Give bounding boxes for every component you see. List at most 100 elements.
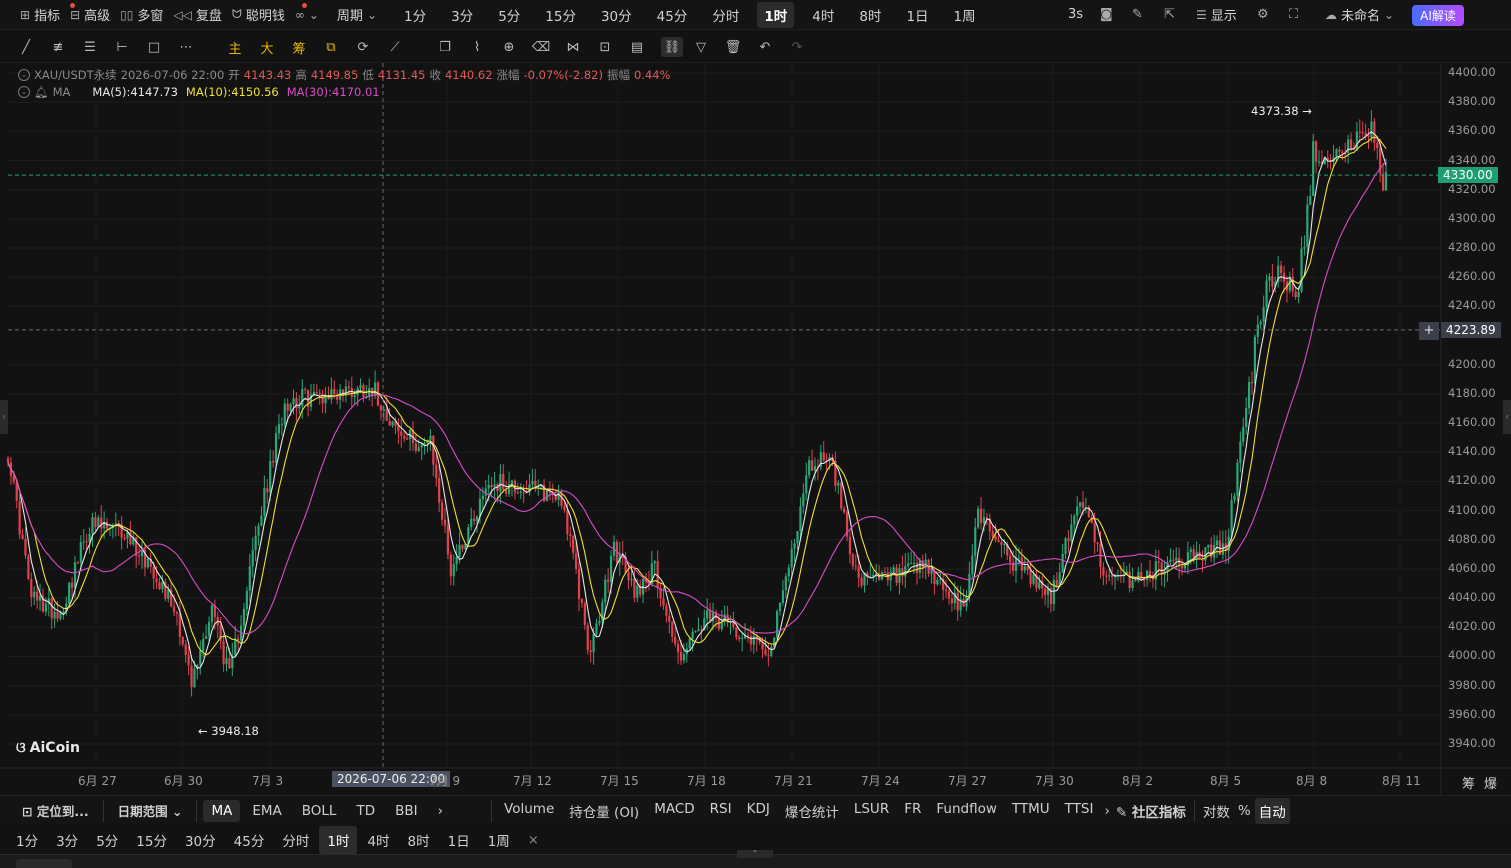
sub-indicator-2[interactable]: MACD <box>648 798 700 824</box>
export-icon[interactable]: ⇱ <box>1164 7 1175 22</box>
bottom-timeframe-tab-10[interactable]: 1日 <box>440 826 478 854</box>
date-range-dropdown[interactable]: 日期范围 ⌄ <box>110 798 191 823</box>
ai-interpret-button[interactable]: AI解读 <box>1412 5 1464 26</box>
more-sub-indicators-icon[interactable]: › <box>1102 800 1111 822</box>
bottom-panel-handle[interactable]: ⌃ <box>0 850 1511 868</box>
collapse-icon[interactable]: ⌄ <box>18 69 30 81</box>
chips-toggle[interactable]: 筹 <box>1462 773 1475 792</box>
bottom-timeframe-tab-3[interactable]: 15分 <box>128 826 175 854</box>
period-dropdown[interactable]: 周期 ⌄ <box>337 5 377 25</box>
timeframe-tab-8[interactable]: 4时 <box>805 2 841 28</box>
bottom-timeframe-tab-6[interactable]: 分时 <box>274 826 317 854</box>
sub-indicator-7[interactable]: FR <box>898 798 927 824</box>
timeframe-tab-6[interactable]: 分时 <box>705 2 746 28</box>
link-icon[interactable]: ⛓ <box>661 37 683 57</box>
ruler-icon[interactable]: ⌇ <box>469 39 485 55</box>
indicators-button[interactable]: ⊞ 指标 <box>20 3 75 24</box>
timeframe-tab-1[interactable]: 3分 <box>444 2 480 28</box>
undo-icon[interactable]: ↶ <box>757 39 773 55</box>
smart-money-button[interactable]: ᗢ 聪明钱 <box>232 3 307 24</box>
timeframe-tab-11[interactable]: 1周 <box>947 2 983 28</box>
display-button[interactable]: ☰ 显示 <box>1196 5 1237 25</box>
timeframe-tab-0[interactable]: 1分 <box>397 2 433 28</box>
more-main-indicators-icon[interactable]: › <box>430 800 451 822</box>
add-alert-button[interactable]: + <box>1419 322 1439 340</box>
more-dots-icon[interactable]: ⋯ <box>178 39 194 55</box>
template-icon[interactable]: ▤ <box>629 39 645 55</box>
camera-icon[interactable]: ◙ <box>1100 7 1113 22</box>
trash-icon[interactable]: 🗑 <box>725 39 742 55</box>
percent-scale-toggle[interactable]: % <box>1234 800 1255 822</box>
fullscreen-icon[interactable]: ⛶ <box>1289 7 1298 22</box>
main-indicator-ema[interactable]: EMA <box>244 800 289 822</box>
timeframe-tab-7[interactable]: 1时 <box>757 1 795 28</box>
horizontal-ray-icon[interactable]: ⊢ <box>114 39 130 55</box>
zoom-in-icon[interactable]: ⊕ <box>501 39 517 55</box>
sub-indicator-3[interactable]: RSI <box>704 798 738 824</box>
right-panel-toggle[interactable]: ‹ <box>1503 400 1511 434</box>
sub-indicator-10[interactable]: TTSI <box>1059 798 1100 824</box>
timeframe-tab-9[interactable]: 8时 <box>852 2 888 28</box>
big-order-button[interactable]: 大 <box>259 39 275 57</box>
account-dropdown[interactable]: ☁ 未命名 ⌄ <box>1325 5 1394 25</box>
bottom-timeframe-tab-11[interactable]: 1周 <box>480 826 518 854</box>
bottom-timeframe-tab-4[interactable]: 30分 <box>177 826 224 854</box>
collapse-icon[interactable]: ⌄ <box>18 86 30 98</box>
close-icon[interactable]: × <box>528 833 539 848</box>
signal-icon[interactable]: ⧉ <box>323 39 339 55</box>
timeframe-tab-10[interactable]: 1日 <box>899 2 935 28</box>
bell-icon[interactable]: 🔔︎ <box>34 85 49 99</box>
main-indicator-boll[interactable]: BOLL <box>294 800 345 822</box>
sub-indicator-0[interactable]: Volume <box>498 798 560 824</box>
parallel-channel-icon[interactable]: ≢ <box>50 39 66 55</box>
settings-icon[interactable]: ⚙ <box>1257 7 1269 22</box>
timeframe-tab-4[interactable]: 30分 <box>594 2 639 28</box>
main-indicator-bbi[interactable]: BBI <box>387 800 426 822</box>
magnet-icon[interactable]: ⋈ <box>565 39 581 55</box>
main-indicator-td[interactable]: TD <box>348 800 383 822</box>
community-indicators-button[interactable]: ✎ 社区指标 <box>1112 798 1190 824</box>
bottom-timeframe-tab-1[interactable]: 3分 <box>48 826 86 854</box>
rectangle-icon[interactable]: □ <box>146 39 162 55</box>
main-chip-button[interactable]: 主 <box>227 39 243 57</box>
liquidation-toggle[interactable]: 爆 <box>1484 773 1497 792</box>
timeframe-tab-5[interactable]: 45分 <box>650 2 695 28</box>
advanced-button[interactable]: ⊟ 高级 <box>70 5 110 25</box>
measure-icon[interactable]: ⟋ <box>387 39 403 55</box>
left-panel-toggle[interactable]: › <box>0 400 8 434</box>
locate-button[interactable]: ⊡ 定位到... <box>14 798 97 823</box>
bottom-timeframe-tab-8[interactable]: 4时 <box>359 826 397 854</box>
lock-icon[interactable]: ⊡ <box>597 39 613 55</box>
bottom-timeframe-tab-5[interactable]: 45分 <box>226 826 273 854</box>
more-tools-button[interactable]: ∞ ⌄ <box>295 8 319 22</box>
eraser-icon[interactable]: ⌫ <box>532 39 550 55</box>
bottom-timeframe-tab-0[interactable]: 1分 <box>8 826 46 854</box>
sub-indicator-4[interactable]: KDJ <box>741 798 776 824</box>
sub-indicator-6[interactable]: LSUR <box>848 798 895 824</box>
bottom-timeframe-tab-9[interactable]: 8时 <box>400 826 438 854</box>
redo-icon[interactable]: ↷ <box>789 39 805 55</box>
multi-window-button[interactable]: ▯▯ 多窗 <box>120 5 163 25</box>
pen-icon[interactable]: ✎ <box>1132 7 1143 22</box>
chips-button[interactable]: 筹 <box>291 39 307 57</box>
horizontal-lines-icon[interactable]: ☰ <box>82 39 98 55</box>
candle-body <box>1259 321 1262 325</box>
auto-scale-toggle[interactable]: 自动 <box>1254 797 1290 824</box>
refresh-interval[interactable]: 3s <box>1068 7 1083 22</box>
log-scale-toggle[interactable]: 对数 <box>1199 798 1234 824</box>
copy-icon[interactable]: ❐ <box>437 39 453 55</box>
sub-indicator-5[interactable]: 爆仓统计 <box>779 798 845 824</box>
bottom-timeframe-tab-7[interactable]: 1时 <box>319 826 358 854</box>
line-tool-icon[interactable]: ╱ <box>18 39 34 55</box>
main-indicator-ma[interactable]: MA <box>203 799 241 822</box>
bottom-timeframe-tab-2[interactable]: 5分 <box>88 826 126 854</box>
timeframe-tab-3[interactable]: 15分 <box>538 2 583 28</box>
filter-icon[interactable]: ▽ <box>693 39 709 55</box>
sub-indicator-8[interactable]: Fundflow <box>930 798 1003 824</box>
price-chart[interactable] <box>0 63 1511 795</box>
sub-indicator-1[interactable]: 持仓量 (OI) <box>563 798 645 824</box>
sub-indicator-9[interactable]: TTMU <box>1006 798 1056 824</box>
timeframe-tab-2[interactable]: 5分 <box>491 2 527 28</box>
sync-icon[interactable]: ⟳ <box>355 39 371 55</box>
replay-button[interactable]: ◁◁ 复盘 <box>173 5 221 25</box>
